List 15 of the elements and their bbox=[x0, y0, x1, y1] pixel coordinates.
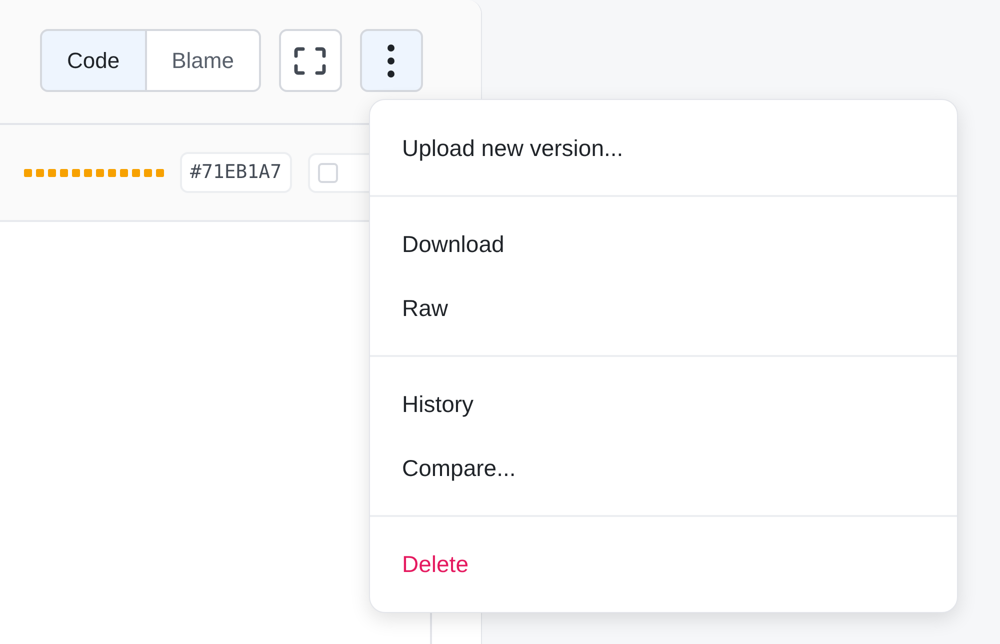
commit-hash: #71EB1A7 bbox=[180, 152, 292, 193]
view-tab[interactable]: Code bbox=[40, 29, 147, 92]
more-options-button[interactable] bbox=[360, 29, 423, 92]
menu-item[interactable]: Download bbox=[370, 212, 957, 276]
vertical-dots-icon bbox=[387, 44, 396, 78]
checkbox[interactable] bbox=[318, 162, 338, 182]
menu-item[interactable]: Delete bbox=[370, 532, 957, 596]
menu-item[interactable]: Compare... bbox=[370, 436, 957, 500]
fullscreen-button[interactable] bbox=[278, 29, 342, 92]
fullscreen-icon bbox=[294, 46, 326, 74]
dotted-line-icon bbox=[24, 168, 164, 178]
menu-item[interactable]: Upload new version... bbox=[370, 116, 957, 180]
view-tab[interactable]: Blame bbox=[146, 29, 261, 92]
menu-item[interactable]: History bbox=[370, 372, 957, 436]
menu-item[interactable]: Raw bbox=[370, 276, 957, 340]
